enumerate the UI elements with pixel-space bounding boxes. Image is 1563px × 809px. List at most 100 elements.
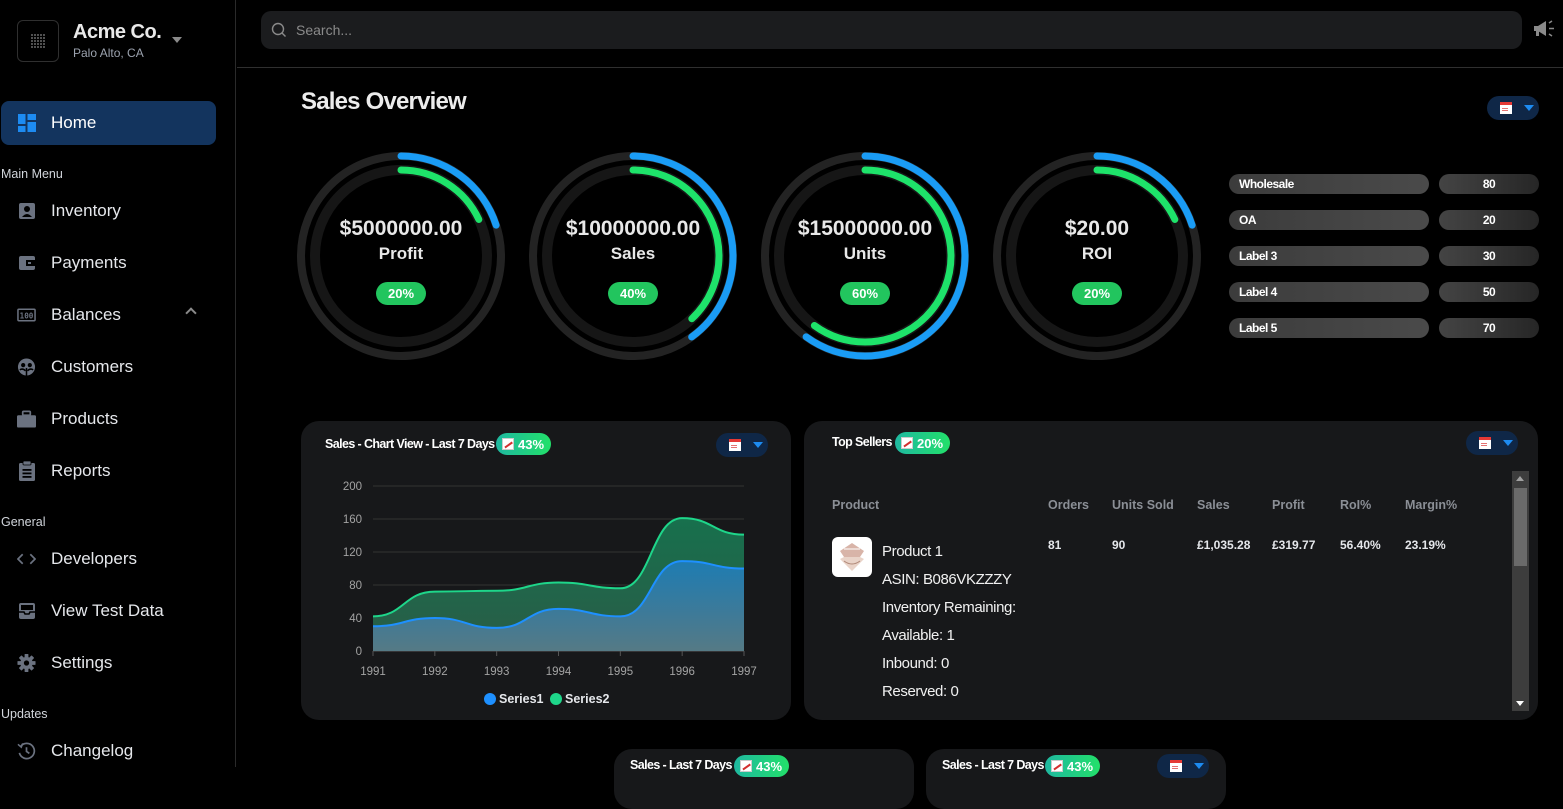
- sidebar-item-label: Settings: [51, 653, 113, 672]
- inventory-label: Inventory Remaining:: [882, 599, 1016, 616]
- column-header-units-sold[interactable]: Units Sold: [1112, 498, 1174, 512]
- sidebar-item-customers[interactable]: Customers: [17, 351, 217, 383]
- inventory-reserved: Reserved: 0: [882, 683, 959, 700]
- gauge-roi: $20.00 ROI 20%: [990, 149, 1204, 363]
- search-bar[interactable]: [261, 11, 1522, 49]
- product-thumbnail: [832, 537, 872, 577]
- growth-badge: 20%: [895, 432, 951, 454]
- gauge-label: Sales: [610, 244, 656, 263]
- sidebar-item-label: Payments: [51, 253, 127, 272]
- card-title: Sales - Last 7 Days: [630, 758, 732, 772]
- chart-increasing-icon: [740, 760, 752, 772]
- caret-down-icon[interactable]: [172, 37, 182, 43]
- breakdown-row: Label 5 70: [1229, 318, 1539, 338]
- gauge-units: $15000000.00 Units 60%: [758, 149, 972, 363]
- sidebar-item-label: Reports: [51, 461, 111, 480]
- column-header-roi[interactable]: RoI%: [1340, 498, 1371, 512]
- contact-card-icon: [17, 202, 36, 221]
- y-tick-label: 160: [343, 514, 362, 526]
- wallet-icon: [17, 254, 36, 273]
- date-range-picker[interactable]: [1466, 431, 1518, 455]
- gauge-percent-badge: 40%: [608, 282, 658, 305]
- sidebar-item-settings[interactable]: Settings: [17, 647, 217, 679]
- x-tick-label: 1994: [546, 666, 572, 678]
- gear-icon: [17, 653, 36, 673]
- breakdown-row: Wholesale 80: [1229, 174, 1539, 194]
- caret-down-icon: [1194, 763, 1204, 769]
- breakdown-label: Label 4: [1229, 282, 1429, 302]
- gauge-label: Profit: [378, 244, 424, 263]
- y-tick-label: 0: [356, 646, 362, 658]
- column-header-sales[interactable]: Sales: [1197, 498, 1230, 512]
- x-tick-label: 1997: [731, 666, 757, 678]
- company-switcher[interactable]: Acme Co. Palo Alto, CA: [17, 20, 162, 62]
- legend-label: Series1: [499, 692, 544, 706]
- card-title: Sales - Last 7 Days: [942, 758, 1044, 772]
- cell-orders: 81: [1048, 538, 1062, 552]
- breakdown-value: 30: [1439, 246, 1539, 266]
- breakdown-value: 20: [1439, 210, 1539, 230]
- gauge-percent-badge: 20%: [1072, 282, 1122, 305]
- date-range-picker[interactable]: [716, 433, 768, 457]
- calendar-icon: [1170, 760, 1182, 772]
- company-logo: [17, 20, 59, 62]
- inventory-inbound: Inbound: 0: [882, 655, 949, 672]
- sidebar-item-label: Products: [51, 409, 119, 428]
- x-tick-label: 1993: [484, 666, 510, 678]
- sidebar-item-reports[interactable]: Reports: [17, 455, 217, 487]
- column-header-orders[interactable]: Orders: [1048, 498, 1089, 512]
- section-label-updates: Updates: [1, 707, 48, 721]
- growth-badge: 43%: [1045, 755, 1101, 777]
- sidebar-item-inventory[interactable]: Inventory: [17, 195, 217, 227]
- x-tick-label: 1992: [422, 666, 448, 678]
- breakdown-label: Wholesale: [1229, 174, 1429, 194]
- area-chart: 0 40 80 120 160 200 1991 1992 1993 1994 1995 1996 19…: [343, 481, 757, 706]
- gauge-label: ROI: [1081, 244, 1113, 263]
- column-header-product[interactable]: Product: [832, 498, 879, 512]
- scroll-down-arrow-icon[interactable]: [1516, 701, 1524, 706]
- sidebar-item-payments[interactable]: Payments: [17, 247, 217, 279]
- sidebar-item-label: Developers: [51, 549, 137, 568]
- y-tick-label: 120: [343, 547, 362, 559]
- grid-dots-icon: [31, 34, 45, 48]
- table-scrollbar[interactable]: [1512, 471, 1529, 711]
- sidebar-item-view-test-data[interactable]: View Test Data: [17, 595, 217, 627]
- sidebar-item-balances[interactable]: 100 Balances: [17, 299, 217, 331]
- scroll-up-arrow-icon[interactable]: [1516, 476, 1524, 481]
- counter-icon: 100: [17, 306, 36, 325]
- sidebar-item-changelog[interactable]: Changelog: [17, 735, 217, 767]
- megaphone-icon[interactable]: [1533, 20, 1555, 38]
- product-name[interactable]: Product 1: [882, 543, 943, 560]
- chart-increasing-icon: [1051, 760, 1063, 772]
- chart-increasing-icon: [901, 437, 913, 449]
- column-header-profit[interactable]: Profit: [1272, 498, 1305, 512]
- legend-marker-series1: [484, 693, 496, 705]
- sidebar-item-home[interactable]: Home: [1, 101, 216, 145]
- badge-value: 43%: [518, 436, 545, 452]
- sidebar-item-label: View Test Data: [51, 601, 164, 620]
- calendar-icon: [729, 439, 741, 451]
- x-tick-label: 1995: [608, 666, 634, 678]
- chart-increasing-icon: [502, 438, 514, 450]
- card-title: Sales - Chart View - Last 7 Days: [325, 437, 495, 451]
- gauge-profit: $5000000.00 Profit 20%: [294, 149, 508, 363]
- history-icon: [17, 742, 36, 761]
- gauge-percent-badge: 20%: [376, 282, 426, 305]
- sidebar-item-developers[interactable]: Developers: [17, 543, 217, 575]
- breakdown-row: Label 3 30: [1229, 246, 1539, 266]
- calendar-icon: [1500, 102, 1512, 114]
- chevron-up-icon[interactable]: [185, 307, 197, 319]
- sidebar: Acme Co. Palo Alto, CA Home Main Menu In…: [0, 0, 236, 767]
- gauge-label: Units: [843, 244, 887, 263]
- date-range-picker[interactable]: [1487, 96, 1539, 120]
- date-range-picker[interactable]: [1157, 754, 1209, 778]
- svg-text:100: 100: [20, 311, 34, 320]
- sidebar-item-label: Customers: [51, 357, 134, 376]
- search-input[interactable]: [296, 22, 1496, 38]
- sidebar-item-products[interactable]: Products: [17, 403, 217, 435]
- column-header-margin[interactable]: Margin%: [1405, 498, 1457, 512]
- scrollbar-thumb[interactable]: [1514, 488, 1527, 566]
- sidebar-item-label: Inventory: [51, 201, 121, 220]
- cell-units-sold: 90: [1112, 538, 1126, 552]
- briefcase-icon: [17, 410, 36, 429]
